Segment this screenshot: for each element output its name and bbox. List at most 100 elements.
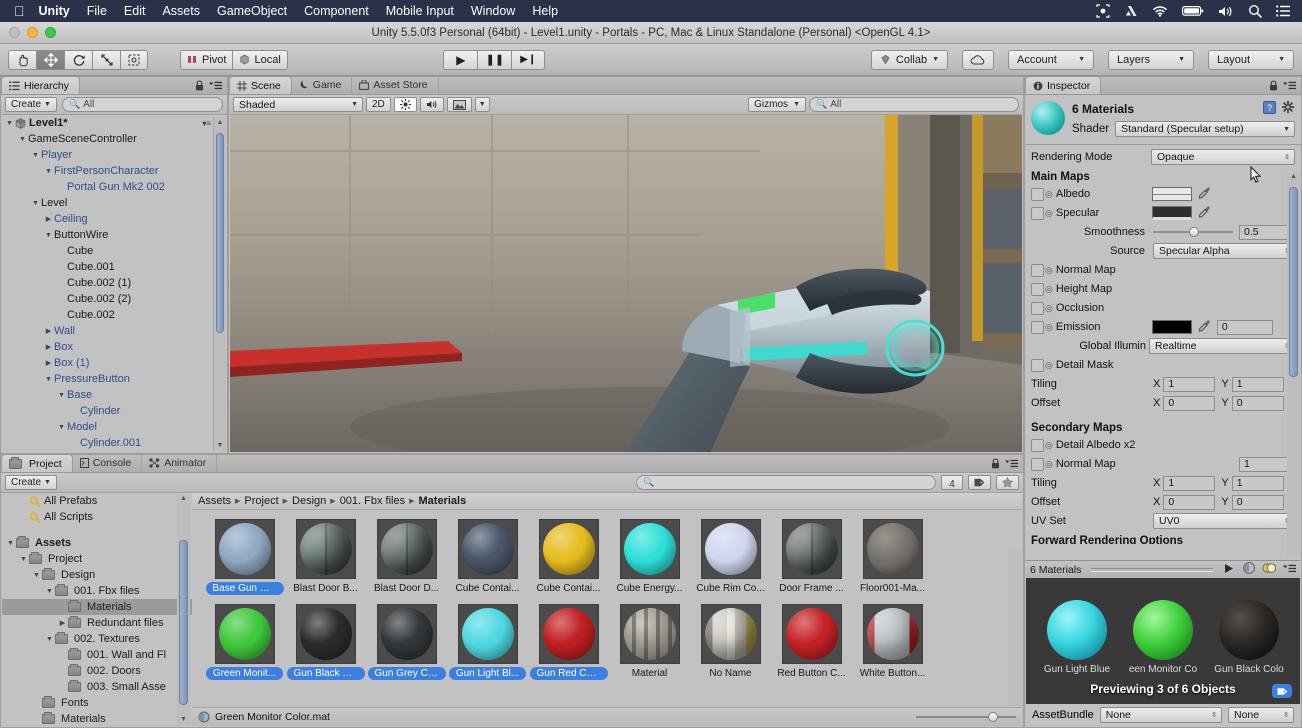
effects-dropdown[interactable]: ▼ <box>474 97 490 112</box>
inspector-scrollbar[interactable]: ▲ <box>1287 173 1300 557</box>
hierarchy-item[interactable]: ▶ Wall <box>1 323 227 339</box>
hierarchy-item[interactable]: Portal Gun Mk2 002 <box>1 179 227 195</box>
hierarchy-item[interactable]: Cylinder <box>1 403 227 419</box>
screenshot-icon[interactable] <box>1096 4 1110 18</box>
chevron-down-icon[interactable]: ▼ <box>43 232 54 239</box>
asset-item[interactable]: Blast Door D... <box>366 519 447 598</box>
hierarchy-item[interactable]: ▼ Player <box>1 147 227 163</box>
asset-item[interactable]: Door Frame ... <box>771 519 852 598</box>
occlusion-texture-slot[interactable] <box>1031 301 1044 315</box>
breadcrumb-item[interactable]: 001. Fbx files <box>340 495 405 507</box>
project-folder-tree[interactable]: All Prefabs All Scripts ▼ Assets ▼ Project ▼ De… <box>2 493 192 726</box>
play-icon[interactable] <box>1223 563 1236 577</box>
asset-item[interactable]: Cube Rim Co... <box>690 519 771 598</box>
chevron-down-icon[interactable]: ▼ <box>44 588 55 595</box>
hierarchy-item[interactable]: ▶ Box (1) <box>1 355 227 371</box>
menu-assets[interactable]: Assets <box>162 4 200 18</box>
hierarchy-item[interactable]: Cube.001 <box>1 259 227 275</box>
assetbundle-variant-dropdown[interactable]: None ⇳ <box>1228 707 1294 723</box>
uv-set-dropdown[interactable]: UV0 ⇳ <box>1153 513 1295 529</box>
scroll-up-arrow[interactable]: ▲ <box>177 495 190 502</box>
normal-map-texture-slot[interactable] <box>1031 263 1044 277</box>
project-tree-list[interactable]: All Prefabs All Scripts ▼ Assets ▼ Project ▼ De… <box>2 493 192 726</box>
hierarchy-item[interactable]: Cylinder.001 <box>1 435 227 451</box>
google-drive-icon[interactable] <box>1124 5 1138 18</box>
chevron-right-icon[interactable]: ▶ <box>43 327 54 335</box>
hierarchy-tree[interactable]: ▼ Level1* ▾≡ ▼ GameSceneController ▼ Player ▼ Fi… <box>1 115 227 453</box>
help-icon[interactable]: ? <box>1263 101 1276 117</box>
hierarchy-item[interactable]: ▼ ButtonWire <box>1 227 227 243</box>
sphere-icon[interactable] <box>1242 561 1256 578</box>
menu-gameobject[interactable]: GameObject <box>217 4 287 18</box>
hierarchy-item[interactable]: Cube <box>1 243 227 259</box>
chevron-down-icon[interactable]: ▼ <box>5 540 16 547</box>
preview-item-2[interactable]: Gun Black Colo <box>1206 600 1292 675</box>
chevron-down-icon[interactable]: ▼ <box>56 392 67 399</box>
gear-icon[interactable] <box>1281 100 1295 117</box>
rotate-tool[interactable] <box>64 49 92 70</box>
preview-grip[interactable] <box>1091 567 1213 572</box>
layers-button[interactable]: Layers ▼ <box>1108 49 1195 70</box>
scroll-down-arrow[interactable]: ▼ <box>177 716 190 723</box>
tab-inspector[interactable]: Inspector <box>1025 76 1102 94</box>
menu-help[interactable]: Help <box>532 4 558 18</box>
hierarchy-item[interactable]: ▼ Model <box>1 419 227 435</box>
asset-item[interactable]: Floor001-Ma... <box>852 519 933 598</box>
project-tree-item[interactable]: ▼ Assets <box>2 535 192 551</box>
project-tree-item[interactable]: 001. Wall and Fl <box>2 647 192 663</box>
asset-item[interactable]: Material <box>609 604 690 683</box>
project-tree-item[interactable]: Materials <box>2 711 192 726</box>
lighting-toggle-icon[interactable] <box>1262 561 1277 578</box>
menu-edit[interactable]: Edit <box>124 4 146 18</box>
asset-item[interactable]: Gun Black Co... <box>285 604 366 683</box>
albedo-texture-slot[interactable] <box>1031 187 1044 201</box>
specular-color-swatch[interactable] <box>1151 206 1192 220</box>
offset-y-field[interactable]: 0 <box>1231 395 1284 411</box>
menu-unity[interactable]: Unity <box>39 4 70 18</box>
apple-icon[interactable]:  <box>14 4 25 18</box>
hierarchy-item[interactable]: ▼ Base <box>1 387 227 403</box>
hierarchy-item[interactable]: Cube.002 <box>1 307 227 323</box>
scroll-up-arrow[interactable]: ▲ <box>1287 173 1300 180</box>
cloud-button[interactable] <box>962 49 995 70</box>
specular-toggle-icon[interactable]: ◎ <box>1045 208 1053 219</box>
chevron-right-icon[interactable]: ▶ <box>43 215 54 223</box>
scroll-up-arrow[interactable]: ▲ <box>214 119 226 126</box>
asset-item[interactable]: Gun Red Col... <box>528 604 609 683</box>
height-map-toggle-icon[interactable]: ◎ <box>1045 284 1053 295</box>
project-tree-item[interactable]: ▶ Redundant files <box>2 615 192 631</box>
preview-item-0[interactable]: Gun Light Blue <box>1034 600 1120 675</box>
occlusion-toggle-icon[interactable]: ◎ <box>1045 303 1053 314</box>
chevron-down-icon[interactable]: ▼ <box>4 120 15 127</box>
project-tree-item[interactable]: All Prefabs <box>2 493 192 509</box>
favorite-button[interactable] <box>996 475 1019 490</box>
albedo-eyedropper-icon[interactable] <box>1198 186 1211 202</box>
asset-item[interactable]: Blast Door B... <box>285 519 366 598</box>
breadcrumb-item[interactable]: Project <box>244 495 278 507</box>
tiling-y-field[interactable]: 1 <box>1231 376 1284 392</box>
asset-item[interactable]: No Name <box>690 604 771 683</box>
hierarchy-item[interactable]: ▼ Level1* ▾≡ <box>1 115 227 131</box>
detail-albedo-texture-slot[interactable] <box>1031 438 1044 452</box>
chevron-down-icon[interactable]: ▼ <box>30 200 41 207</box>
lighting-toggle-button[interactable] <box>393 97 417 112</box>
offset-x-field[interactable]: 0 <box>1163 395 1216 411</box>
tab-console[interactable]: Console <box>73 454 143 472</box>
smoothness-slider[interactable] <box>1153 225 1233 239</box>
specular-texture-slot[interactable] <box>1031 206 1044 220</box>
volume-icon[interactable] <box>1218 5 1234 18</box>
effects-toggle-button[interactable] <box>446 97 472 112</box>
asset-item[interactable]: Green Monit... <box>204 604 285 683</box>
hierarchy-item[interactable]: ▶ Box <box>1 339 227 355</box>
rect-tool[interactable] <box>120 49 148 70</box>
layout-button[interactable]: Layout ▼ <box>1208 49 1295 70</box>
detail-albedo-toggle-icon[interactable]: ◎ <box>1045 440 1053 451</box>
project-tree-item[interactable]: 003. Small Asse <box>2 679 192 695</box>
pause-button[interactable]: ❚❚ <box>477 49 512 70</box>
preview-item-1[interactable]: een Monitor Co <box>1120 600 1206 675</box>
project-tree-item[interactable]: All Scripts <box>2 509 192 525</box>
tag-icon[interactable] <box>1272 684 1292 698</box>
detail-mask-toggle-icon[interactable]: ◎ <box>1045 360 1053 371</box>
lock-icon[interactable] <box>991 458 1000 472</box>
chevron-right-icon[interactable]: ▶ <box>43 359 54 367</box>
